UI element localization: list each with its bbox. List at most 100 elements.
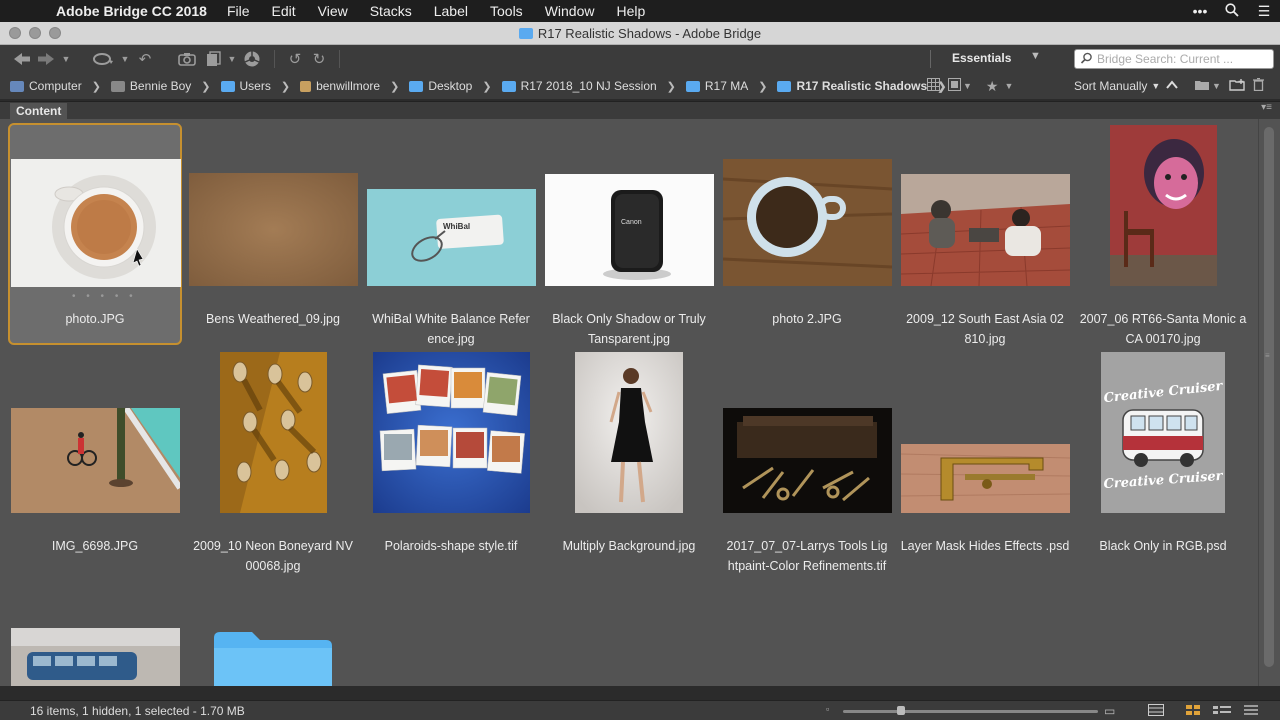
star-filter-icon[interactable]: ★: [986, 78, 999, 95]
path-item-bennie-boy[interactable]: Bennie Boy ❯: [101, 79, 211, 93]
sort-manually-dropdown[interactable]: Sort Manually: [1074, 79, 1147, 93]
quality-dropdown-icon[interactable]: ▼: [963, 81, 972, 91]
thumbnail-image[interactable]: [11, 628, 180, 686]
menu-tools[interactable]: Tools: [490, 3, 523, 19]
list-view-lock-icon[interactable]: [1148, 704, 1164, 719]
thumbnail-item-bens-weathered[interactable]: Bens Weathered_09.jpg: [186, 123, 360, 345]
menu-help[interactable]: Help: [616, 3, 645, 19]
notification-center-icon[interactable]: ☰: [1248, 3, 1280, 20]
refine-icon[interactable]: [202, 47, 226, 71]
sort-dropdown-icon[interactable]: ▼: [1151, 81, 1160, 91]
rotate-left-icon[interactable]: ↺: [283, 47, 307, 71]
thumbnail-item-layer-mask[interactable]: Layer Mask Hides Effects .psd: [898, 350, 1072, 572]
thumbnail-item-neon-boneyard[interactable]: 2009_10 Neon Boneyard NV 00068.jpg: [186, 350, 360, 573]
thumbnail-label[interactable]: 2007_06 RT66-Santa Monic a CA 00170.jpg: [1076, 309, 1250, 349]
thumbnail-item-black-only-shadow[interactable]: Canon Black Only Shadow or Truly Tanspar…: [542, 123, 716, 346]
thumbnail-label[interactable]: IMG_6698.JPG: [8, 536, 182, 556]
delete-icon[interactable]: [1252, 77, 1264, 94]
chevron-right-icon[interactable]: ❯: [390, 80, 399, 93]
thumbnail-image[interactable]: [189, 173, 358, 286]
rotate-right-icon[interactable]: ↻: [307, 47, 331, 71]
thumbnail-image[interactable]: [901, 174, 1070, 286]
thumbnail-image[interactable]: [575, 352, 683, 513]
thumbnail-item-black-only-rgb[interactable]: Creative Cruiser Creative Cruiser Black …: [1076, 350, 1250, 572]
recent-dropdown-icon[interactable]: ▼: [58, 47, 74, 71]
thumbnail-image[interactable]: [220, 352, 327, 513]
thumbnail-item-bus-photo[interactable]: [8, 577, 182, 686]
thumbnail-label[interactable]: Black Only in RGB.psd: [1076, 536, 1250, 556]
thumbnail-item-img-6698[interactable]: IMG_6698.JPG: [8, 350, 182, 572]
forward-arrow-icon[interactable]: [34, 47, 58, 71]
path-item-current[interactable]: R17 Realistic Shadows ❯: [767, 79, 946, 93]
search-box[interactable]: [1074, 49, 1274, 69]
thumbnail-label[interactable]: 2017_07_07-Larrys Tools Lig htpaint-Colo…: [720, 536, 894, 576]
zoom-out-icon[interactable]: ▫: [826, 704, 829, 714]
boomerang-dropdown-icon[interactable]: ▼: [118, 47, 132, 71]
menu-file[interactable]: File: [227, 3, 250, 19]
menu-view[interactable]: View: [318, 3, 348, 19]
workspace-dropdown-icon[interactable]: ▼: [1030, 50, 1041, 62]
menu-label[interactable]: Label: [434, 3, 468, 19]
open-in-camera-raw-icon[interactable]: [238, 47, 266, 71]
path-item-benwillmore[interactable]: benwillmore ❯: [290, 79, 399, 93]
camera-import-icon[interactable]: [172, 47, 202, 71]
thumbnail-image[interactable]: [723, 159, 892, 286]
open-recent-folder-icon[interactable]: [1194, 79, 1210, 94]
thumbnail-item-polaroids[interactable]: Polaroids-shape style.tif: [364, 350, 538, 572]
thumbnail-image[interactable]: [1110, 125, 1217, 286]
app-menu[interactable]: Adobe Bridge CC 2018: [56, 3, 207, 19]
path-item-desktop[interactable]: Desktop ❯: [399, 79, 492, 93]
sort-ascending-icon[interactable]: [1166, 79, 1179, 93]
search-input[interactable]: [1097, 52, 1267, 66]
chevron-right-icon[interactable]: ❯: [667, 80, 676, 93]
thumbnail-label[interactable]: Black Only Shadow or Truly Tansparent.jp…: [542, 309, 716, 349]
thumbnail-item-larrys-tools[interactable]: 2017_07_07-Larrys Tools Lig htpaint-Colo…: [720, 350, 894, 573]
menu-window[interactable]: Window: [545, 3, 595, 19]
rotate-recent-icon[interactable]: ↶: [132, 47, 158, 71]
thumbnail-size-slider[interactable]: [843, 710, 1098, 713]
thumbnail-item-south-east-asia[interactable]: 2009_12 South East Asia 02 810.jpg: [898, 123, 1072, 346]
refine-dropdown-icon[interactable]: ▼: [226, 47, 238, 71]
workspace-essentials[interactable]: Essentials: [952, 51, 1011, 65]
panel-menu-icon[interactable]: ▾≡: [1261, 102, 1272, 113]
menu-edit[interactable]: Edit: [272, 3, 296, 19]
thumbnail-label[interactable]: Bens Weathered_09.jpg: [186, 309, 360, 329]
thumbnail-image[interactable]: Creative Cruiser Creative Cruiser: [1101, 352, 1225, 513]
list-view-icon[interactable]: [1243, 704, 1259, 719]
tab-content[interactable]: Content: [10, 103, 68, 120]
filter-dropdown-icon[interactable]: ▼: [1004, 81, 1013, 91]
details-view-icon[interactable]: [1212, 704, 1232, 719]
thumbnail-image[interactable]: [723, 408, 892, 513]
search-icon[interactable]: [1075, 52, 1097, 67]
thumbnail-label[interactable]: Multiply Background.jpg: [542, 536, 716, 556]
thumbnail-item-folder[interactable]: [186, 577, 360, 686]
thumbnail-label[interactable]: 2009_10 Neon Boneyard NV 00068.jpg: [186, 536, 360, 576]
thumbnail-image[interactable]: [373, 352, 530, 513]
path-item-computer[interactable]: Computer ❯: [0, 79, 101, 93]
path-item-r17-ma[interactable]: R17 MA ❯: [676, 79, 767, 93]
path-item-session[interactable]: R17 2018_10 NJ Session ❯: [492, 79, 676, 93]
menu-stacks[interactable]: Stacks: [370, 3, 412, 19]
recent-folder-dropdown-icon[interactable]: ▼: [1212, 81, 1221, 91]
thumbnail-label[interactable]: Layer Mask Hides Effects .psd: [898, 536, 1072, 556]
quality-icon[interactable]: [927, 78, 940, 94]
chevron-right-icon[interactable]: ❯: [201, 80, 210, 93]
thumbnail-size-slider-handle[interactable]: [897, 706, 905, 715]
thumbnail-label[interactable]: WhiBal White Balance Refer ence.jpg: [364, 309, 538, 349]
boomerang-icon[interactable]: [88, 47, 118, 71]
zoom-in-icon[interactable]: ▭: [1104, 704, 1115, 718]
vertical-scrollbar[interactable]: ≡: [1258, 119, 1280, 686]
thumbnail-item-whibal[interactable]: WhiBal WhiBal White Balance Refer ence.j…: [364, 123, 538, 346]
thumbnail-quality-icon[interactable]: [948, 78, 961, 94]
thumbnail-image[interactable]: WhiBal: [367, 189, 536, 286]
chevron-right-icon[interactable]: ❯: [281, 80, 290, 93]
back-arrow-icon[interactable]: [10, 47, 34, 71]
scrollbar-thumb[interactable]: [1264, 127, 1274, 667]
chevron-right-icon[interactable]: ❯: [758, 80, 767, 93]
thumbnail-image[interactable]: Canon: [545, 174, 714, 286]
thumbnail-label[interactable]: photo.JPG: [8, 309, 182, 329]
rating-dots[interactable]: • • • • •: [72, 291, 137, 302]
thumbnail-item-photo-2[interactable]: photo 2.JPG: [720, 123, 894, 345]
folder-icon[interactable]: [212, 628, 334, 686]
thumbnail-item-rt66[interactable]: 2007_06 RT66-Santa Monic a CA 00170.jpg: [1076, 123, 1250, 346]
